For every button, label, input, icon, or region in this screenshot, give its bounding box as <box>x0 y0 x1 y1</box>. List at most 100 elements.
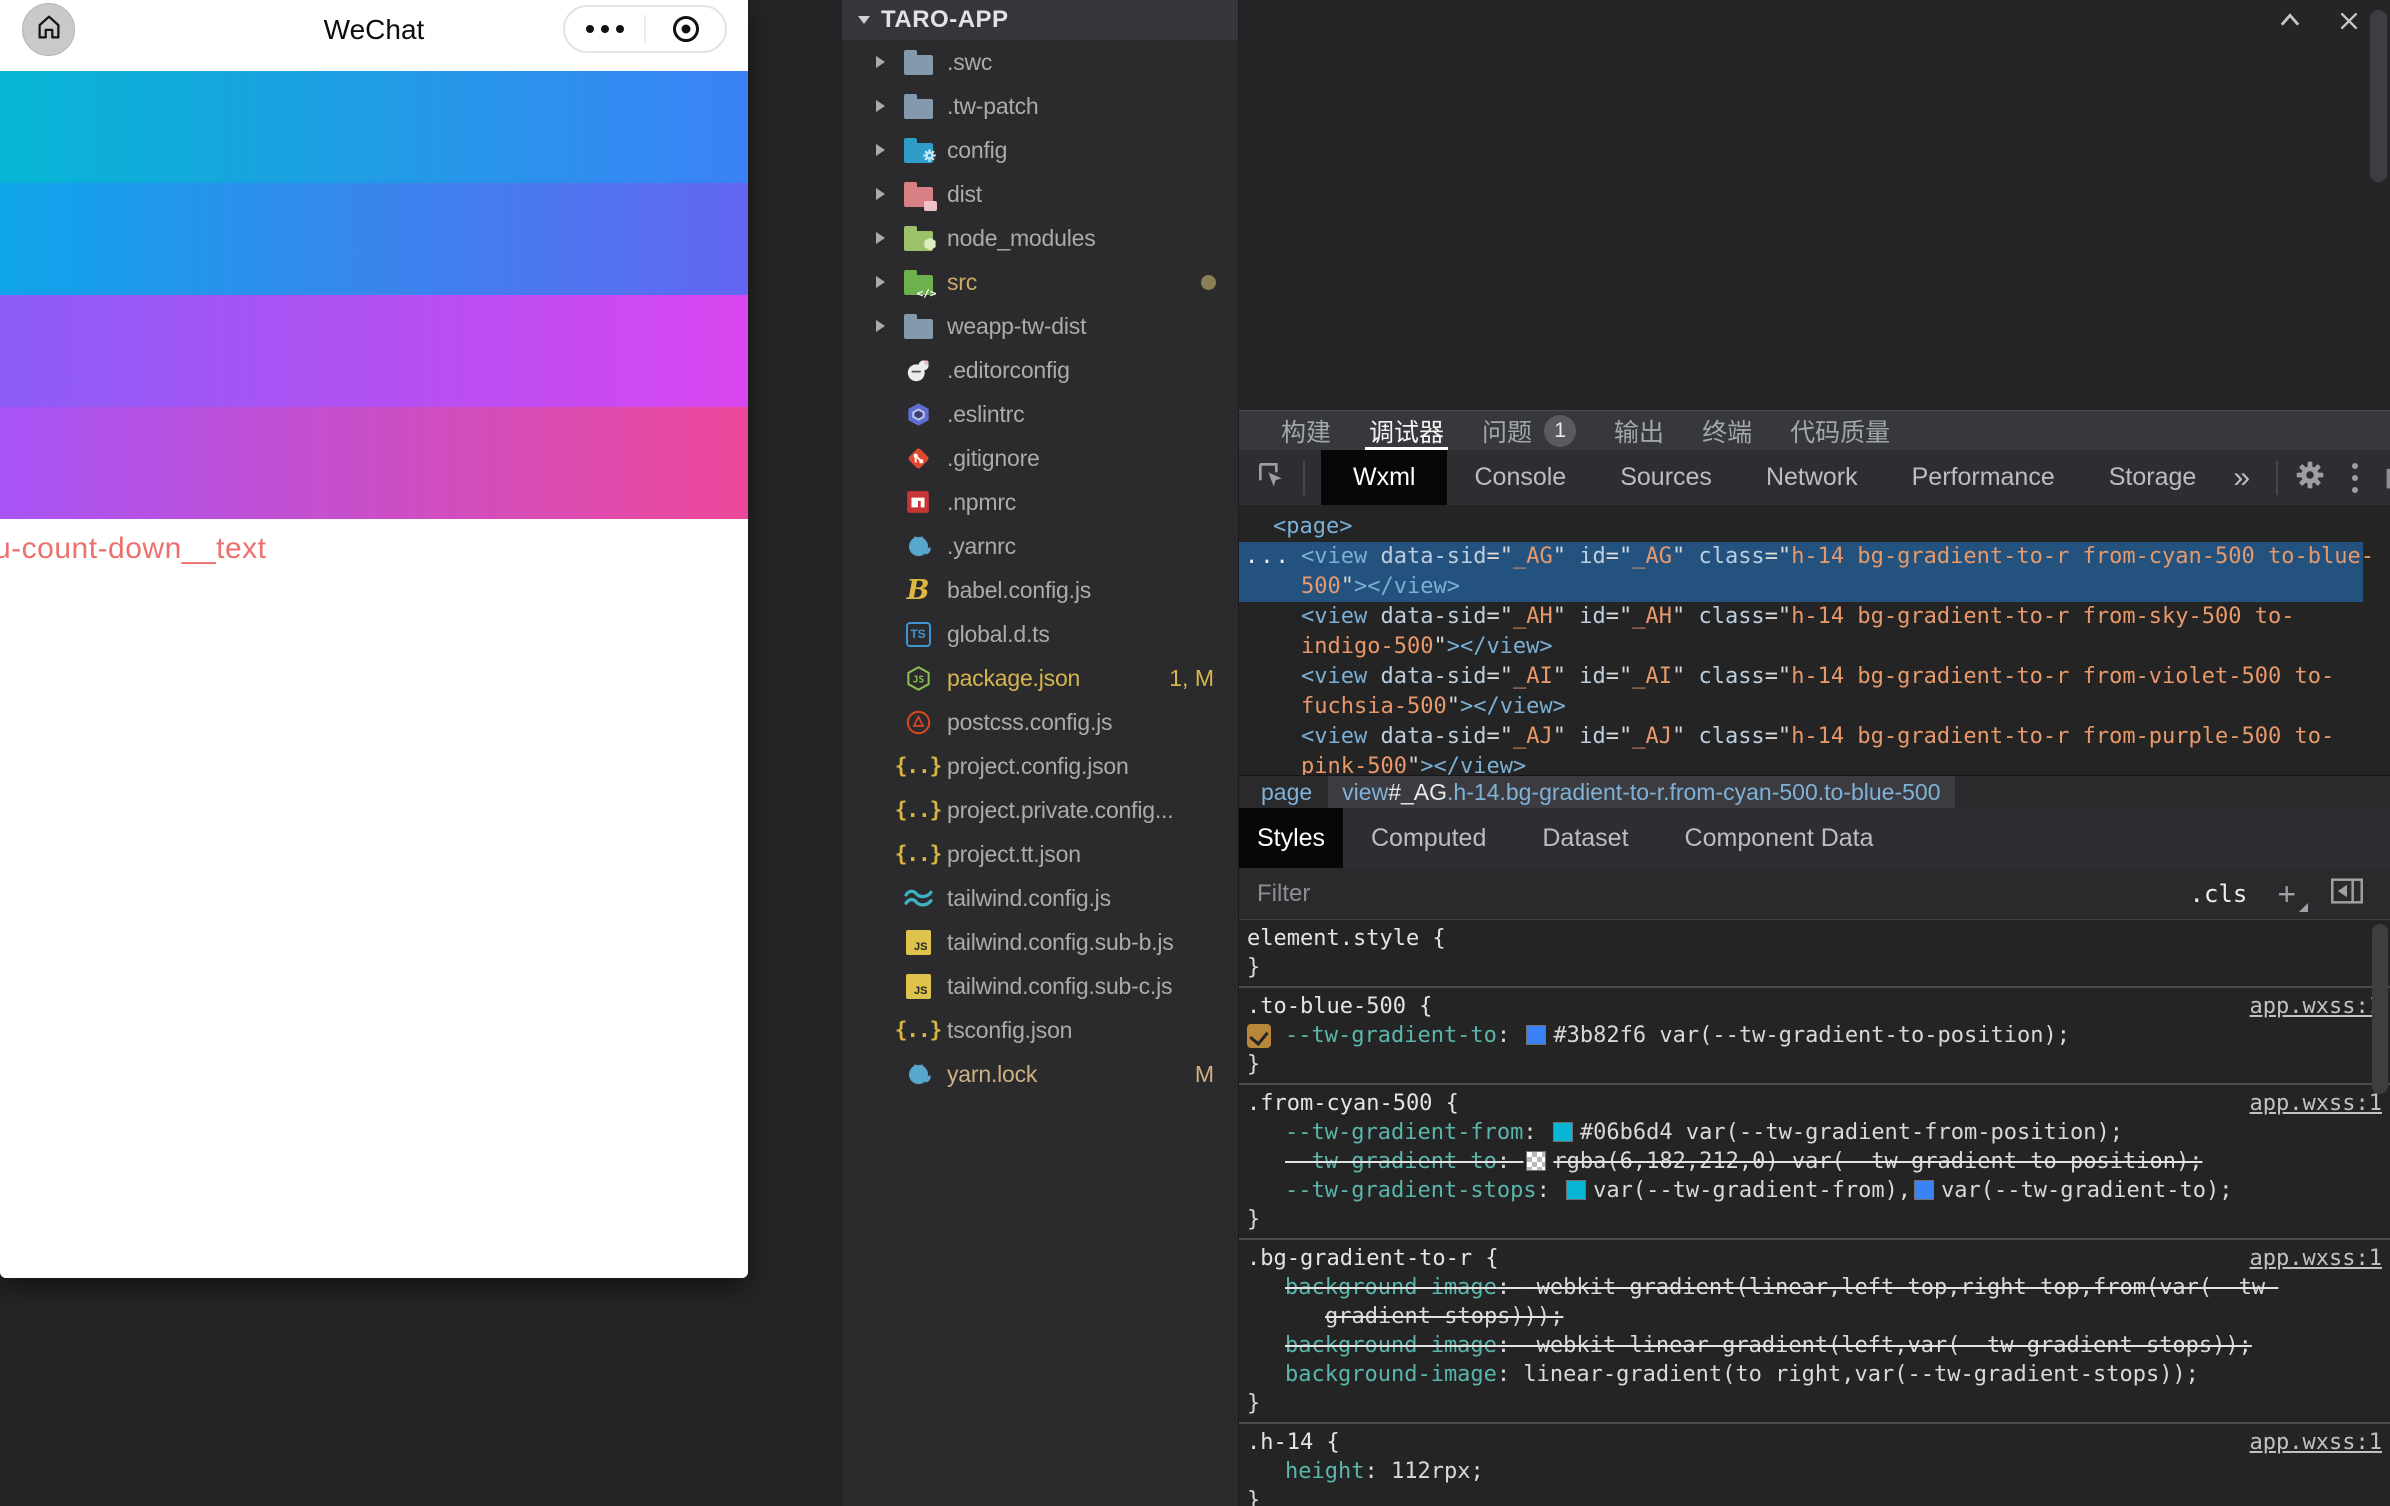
styles-scrollbar-thumb[interactable] <box>2372 924 2388 1094</box>
wxml-code-line: 500"></view> <box>1239 572 2363 602</box>
styles-tab-styles[interactable]: Styles <box>1239 808 1343 868</box>
declaration-checkbox[interactable] <box>1247 1024 1271 1048</box>
file-row--swc[interactable]: .swc <box>842 40 1238 84</box>
styles-tab-computed[interactable]: Computed <box>1343 808 1514 868</box>
inspector-tab-network[interactable]: Network <box>1739 450 1885 505</box>
wxml-code-line: <view data-sid="_AG" id="_AG" class="h-1… <box>1239 542 2363 572</box>
inspector-tab-console[interactable]: Console <box>1447 450 1593 505</box>
color-swatch[interactable] <box>1527 1152 1545 1170</box>
devtools-tab-label: 构建 <box>1281 413 1331 449</box>
folder-icon <box>902 310 934 342</box>
file-row-src[interactable]: </>src <box>842 260 1238 304</box>
file-row-dist[interactable]: dist <box>842 172 1238 216</box>
inspector-tab-storage[interactable]: Storage <box>2082 450 2224 505</box>
file-row--editorconfig[interactable]: .editorconfig <box>842 348 1238 392</box>
wxml-tree[interactable]: <page>...<view data-sid="_AG" id="_AG" c… <box>1239 505 2390 775</box>
settings-button[interactable] <box>2294 459 2326 496</box>
toggle-sidebar-button[interactable] <box>2330 877 2364 910</box>
collapse-panel-button[interactable] <box>2276 8 2304 37</box>
npm-icon <box>902 486 934 518</box>
expand-arrow-icon <box>876 56 902 68</box>
wxml-scrollbar-thumb[interactable] <box>2370 10 2387 182</box>
new-style-rule-button[interactable]: + <box>2277 878 2296 910</box>
devtools-tab-label: 输出 <box>1614 413 1664 449</box>
breadcrumb-page[interactable]: page <box>1261 779 1312 806</box>
file-label: .editorconfig <box>947 357 1070 384</box>
stylesheet-link[interactable]: app.wxss:1 <box>2250 992 2382 1021</box>
file-row-tailwind-config-sub-c-js[interactable]: JStailwind.config.sub-c.js <box>842 964 1238 1008</box>
more-button[interactable] <box>565 7 644 51</box>
folder-icon <box>902 90 934 122</box>
rule-selector: .from-cyan-500 {app.wxss:1 <box>1239 1089 2390 1118</box>
stylesheet-link[interactable]: app.wxss:1 <box>2250 1244 2382 1273</box>
exit-button[interactable] <box>646 7 725 51</box>
gear-icon <box>2294 459 2326 496</box>
devtools-tab-终端[interactable]: 终端 <box>1702 411 1752 450</box>
styles-tab-component-data[interactable]: Component Data <box>1657 808 1902 868</box>
wxml-node[interactable]: <view data-sid="_AI" id="_AI" class="h-1… <box>1239 662 2390 722</box>
file-label: .gitignore <box>947 445 1040 472</box>
file-row-tailwind-config-js[interactable]: tailwind.config.js <box>842 876 1238 920</box>
css-declaration: background-image: -webkit-linear-gradien… <box>1239 1331 2390 1360</box>
wxml-node-selected[interactable]: ...<view data-sid="_AG" id="_AG" class="… <box>1239 542 2363 602</box>
close-panel-button[interactable] <box>2336 8 2362 39</box>
inspector-tab-wxml[interactable]: Wxml <box>1321 450 1447 505</box>
yarn-icon <box>902 530 934 562</box>
file-row-babel-config-js[interactable]: Bbabel.config.js <box>842 568 1238 612</box>
devtools-tab-调试器[interactable]: 调试器 <box>1369 411 1444 450</box>
inspector-tab-sources[interactable]: Sources <box>1593 450 1739 505</box>
color-swatch[interactable] <box>1554 1123 1572 1141</box>
expand-ellipsis-icon[interactable]: ... <box>1245 542 1291 572</box>
file-row-node-modules[interactable]: node_modules <box>842 216 1238 260</box>
devtools-tab-输出[interactable]: 输出 <box>1614 411 1664 450</box>
braces-icon: {..} <box>902 750 934 782</box>
file-row--yarnrc[interactable]: .yarnrc <box>842 524 1238 568</box>
file-label: postcss.config.js <box>947 709 1112 736</box>
wechat-navbar: WeChat <box>0 0 748 61</box>
stylesheet-link[interactable]: app.wxss:1 <box>2250 1089 2382 1118</box>
dock-side-button[interactable] <box>2384 457 2390 498</box>
file-row-package-json[interactable]: JSpackage.json1, M <box>842 656 1238 700</box>
file-row-weapp-tw-dist[interactable]: weapp-tw-dist <box>842 304 1238 348</box>
file-row-config[interactable]: config <box>842 128 1238 172</box>
stylesheet-link[interactable]: app.wxss:1 <box>2250 1428 2382 1457</box>
file-row--npmrc[interactable]: .npmrc <box>842 480 1238 524</box>
devtools-tab-代码质量[interactable]: 代码质量 <box>1790 411 1890 450</box>
braces-icon: {..} <box>902 794 934 826</box>
toggle-class-button[interactable]: .cls <box>2190 880 2248 908</box>
inspect-element-button[interactable] <box>1255 459 1287 496</box>
file-label: tailwind.config.sub-c.js <box>947 973 1172 1000</box>
devtools-tab-构建[interactable]: 构建 <box>1281 411 1331 450</box>
file-row--gitignore[interactable]: .gitignore <box>842 436 1238 480</box>
more-tabs-button[interactable]: » <box>2233 461 2250 495</box>
css-declaration: background-image: linear-gradient(to rig… <box>1239 1360 2390 1389</box>
file-row-project-tt-json[interactable]: {..}project.tt.json <box>842 832 1238 876</box>
wxml-node[interactable]: <view data-sid="_AJ" id="_AJ" class="h-1… <box>1239 722 2390 775</box>
color-swatch[interactable] <box>1567 1181 1585 1199</box>
file-label: .yarnrc <box>947 533 1016 560</box>
styles-filter-input[interactable] <box>1257 880 2157 908</box>
file-row-project-private-config-[interactable]: {..}project.private.config... <box>842 788 1238 832</box>
devtools-tab-问题[interactable]: 问题1 <box>1482 411 1576 450</box>
file-row-yarn-lock[interactable]: yarn.lockM <box>842 1052 1238 1096</box>
color-swatch[interactable] <box>1527 1026 1545 1044</box>
file-row-tailwind-config-sub-b-js[interactable]: JStailwind.config.sub-b.js <box>842 920 1238 964</box>
file-row-project-config-json[interactable]: {..}project.config.json <box>842 744 1238 788</box>
file-row--eslintrc[interactable]: .eslintrc <box>842 392 1238 436</box>
file-row-global-d-ts[interactable]: TSglobal.d.ts <box>842 612 1238 656</box>
file-row-postcss-config-js[interactable]: postcss.config.js <box>842 700 1238 744</box>
breadcrumb-selected-element[interactable]: view#_AG.h-14.bg-gradient-to-r.from-cyan… <box>1328 776 1954 809</box>
styles-tab-dataset[interactable]: Dataset <box>1514 808 1656 868</box>
color-swatch[interactable] <box>1915 1181 1933 1199</box>
file-row-tsconfig-json[interactable]: {..}tsconfig.json <box>842 1008 1238 1052</box>
kebab-menu-button[interactable] <box>2352 463 2358 493</box>
ts-icon: TS <box>902 618 934 650</box>
file-row--tw-patch[interactable]: .tw-patch <box>842 84 1238 128</box>
explorer-root-header[interactable]: TARO-APP <box>842 0 1238 40</box>
folder-icon <box>902 46 934 78</box>
wxml-node[interactable]: <view data-sid="_AH" id="_AH" class="h-1… <box>1239 602 2390 662</box>
inspector-tabbar: WxmlConsoleSourcesNetworkPerformanceStor… <box>1239 450 2390 505</box>
rule-selector: .to-blue-500 {app.wxss:1 <box>1239 992 2390 1021</box>
rule-close-brace: } <box>1239 1486 2390 1506</box>
inspector-tab-performance[interactable]: Performance <box>1885 450 2082 505</box>
